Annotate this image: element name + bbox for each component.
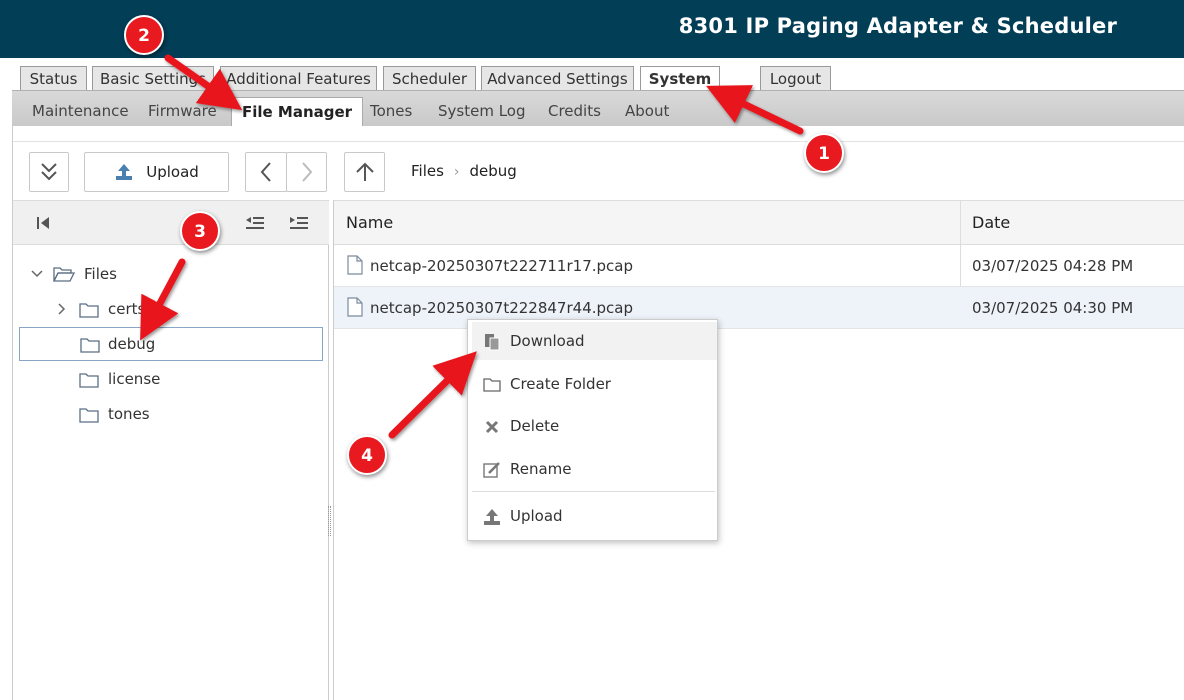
arrow-2 bbox=[164, 54, 243, 111]
annotation-badge-3: 3 bbox=[180, 211, 220, 251]
arrow-4 bbox=[388, 351, 477, 439]
annotation-badge-1: 1 bbox=[804, 133, 844, 173]
annotation-badge-2: 2 bbox=[124, 15, 164, 55]
arrow-3 bbox=[140, 258, 186, 341]
arrow-1 bbox=[706, 85, 804, 135]
annotation-arrows bbox=[140, 54, 804, 439]
annotation-badge-4: 4 bbox=[347, 435, 387, 475]
